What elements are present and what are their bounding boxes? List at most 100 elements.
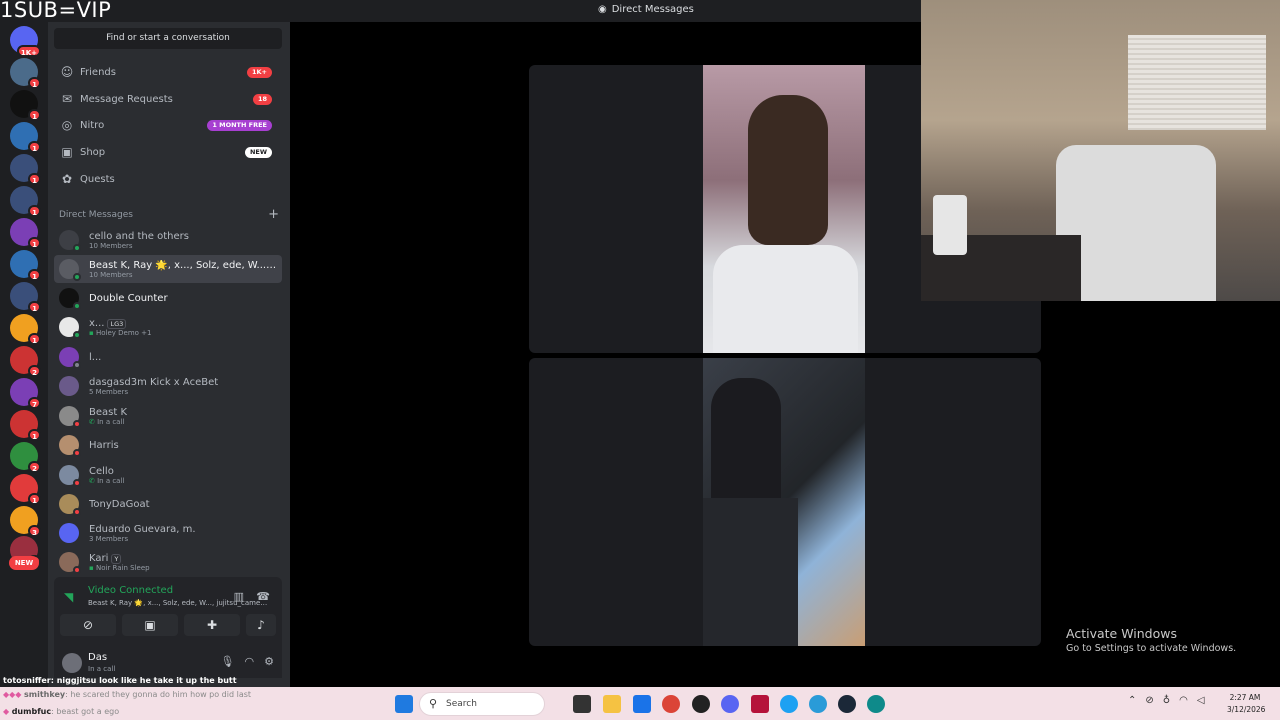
nav-nitro-label: Nitro [80,119,105,131]
file-explorer-icon[interactable] [603,695,621,713]
clock-time: 2:27 AM [1229,693,1261,702]
disconnect-icon[interactable]: ☎ [256,590,270,603]
nav-nitro[interactable]: ◎ Nitro 1 MONTH FREE [54,113,282,137]
noise-suppression-icon[interactable]: ▥ [234,590,244,603]
video-tile[interactable] [529,358,1041,646]
friends-icon: ☺ [60,65,74,79]
video-feed [703,65,865,353]
obs-icon[interactable] [692,695,710,713]
nav-friends[interactable]: ☺ Friends 1K+ [54,60,282,84]
dm-item-active[interactable]: Beast K, Ray 🌟, x..., Solz, ede, W..., j… [54,255,282,283]
home-button[interactable]: 1K+ [10,26,41,57]
taskbar-search[interactable]: ⚲ Search [419,692,545,716]
dm-item[interactable]: l... [54,343,282,371]
dm-item[interactable]: TonyDaGoat [54,490,282,518]
speaker-icon[interactable]: ◁ [1197,695,1205,706]
search-conversation-button[interactable]: Find or start a conversation [54,28,282,49]
search-icon: ⚲ [429,697,438,710]
mail-icon: ✉ [61,92,73,106]
settings-gear-icon[interactable]: ⚙ [264,655,274,668]
server-icon[interactable]: 1 [10,154,41,185]
nav-quests-label: Quests [80,173,115,185]
store-icon[interactable] [633,695,651,713]
video-stage [290,22,1041,687]
adobe-icon[interactable] [751,695,769,713]
nav-friends-label: Friends [80,66,116,78]
microphone-icon[interactable]: ♁ [1163,695,1170,706]
dm-item[interactable]: cello and the others 10 Members [54,226,282,254]
chat-username: totosniffer [3,676,51,685]
server-icon[interactable]: 1 [10,122,41,153]
headphones-icon[interactable]: ◠ [245,655,255,668]
server-icon[interactable]: 1 [10,90,41,121]
dm-item[interactable]: Harris [54,431,282,459]
screen-share-button[interactable]: ▣ [122,614,178,636]
camera-off-button[interactable]: ⊘ [60,614,116,636]
new-servers-pill[interactable]: NEW [9,556,39,570]
dm-item[interactable]: Cello ✆ In a call [54,461,282,489]
nav-shop-label: Shop [80,146,106,158]
server-icon[interactable]: 1 [10,474,41,505]
app-icon[interactable] [809,695,827,713]
dm-item[interactable]: Double Counter [54,284,282,312]
server-icon[interactable]: 1 [10,186,41,217]
activities-button[interactable]: ✚ [184,614,240,636]
dm-item[interactable]: Kari Y ▪ Noir Rain Sleep [54,548,282,576]
dm-name: Harris [89,439,119,451]
jacket-shape [713,245,858,353]
server-icon[interactable]: 1 [10,282,41,313]
server-icon[interactable]: 1 [10,314,41,345]
server-icon[interactable]: 3 [10,506,41,537]
nav-quests[interactable]: ✿ Quests [54,167,282,191]
taskbar: ◆◆◆ smithkey: he scared they gonna do hi… [0,687,1280,720]
create-dm-button[interactable]: + [268,207,279,222]
dm-item[interactable]: dasgasd3m Kick x AceBet 5 Members [54,372,282,400]
wifi-icon[interactable]: ◠ [1179,695,1188,706]
edge-browser-icon[interactable] [867,695,885,713]
task-view-icon[interactable] [573,695,591,713]
server-icon[interactable]: 1 [10,410,41,441]
dm-item[interactable]: Eduardo Guevara, m. 3 Members [54,519,282,547]
server-icon[interactable]: 1 [10,58,41,89]
watermark-title: Activate Windows [1066,626,1177,641]
server-icon[interactable]: 2 [10,442,41,473]
windows-start-icon[interactable] [395,695,413,713]
chrome-icon[interactable] [662,695,680,713]
dm-name: Eduardo Guevara, m. [89,523,196,535]
stream-overlay-text: 1SUB=VIP [0,0,112,22]
dm-sidebar: Find or start a conversation ☺ Friends 1… [48,22,290,687]
friends-badge: 1K+ [246,66,272,78]
chat-message: ◆◆◆ smithkey: he scared they gonna do hi… [3,690,251,699]
edge-icon[interactable] [780,695,798,713]
nav-shop[interactable]: ▣ Shop NEW [54,140,282,164]
person-silhouette [711,378,781,508]
network-off-icon[interactable]: ⊘ [1145,695,1153,706]
shop-badge: NEW [244,146,272,158]
avatar [59,494,81,516]
clock[interactable]: 2:27 AM 3/12/2026 [1227,692,1265,716]
server-icon[interactable]: 1 [10,250,41,281]
game-icon: ▪ [89,328,96,337]
soundboard-button[interactable]: ♪ [246,614,276,636]
microphone-icon[interactable]: 🎙 [221,655,235,668]
dm-item[interactable]: Beast K ✆ In a call [54,402,282,430]
server-icon[interactable]: 7 [10,378,41,409]
window-title: ◉ Direct Messages [598,4,694,15]
avatar [59,317,81,339]
dm-name: l... [89,351,102,363]
status-indicator [73,449,81,457]
jacket-shape [703,498,798,646]
discord-logo-icon: ◉ [598,4,607,15]
server-rail: 1K+ 1 1 1 1 1 1 1 1 1 2 7 1 2 1 3 1 NEW [0,22,48,687]
server-icon[interactable]: 2 [10,346,41,377]
nav-message-requests[interactable]: ✉ Message Requests 18 [54,87,282,111]
dm-item[interactable]: x... LG3 ▪ Holey Demo +1 [54,313,282,341]
steam-icon[interactable] [838,695,856,713]
chat-message: totosniffer: niggjitsu look like he take… [3,676,237,685]
user-avatar[interactable] [62,653,82,673]
chevron-up-icon[interactable]: ⌃ [1128,695,1136,706]
dm-subtitle: ✆ In a call [89,417,125,426]
status-indicator [73,479,81,487]
discord-icon[interactable] [721,695,739,713]
server-icon[interactable]: 1 [10,218,41,249]
